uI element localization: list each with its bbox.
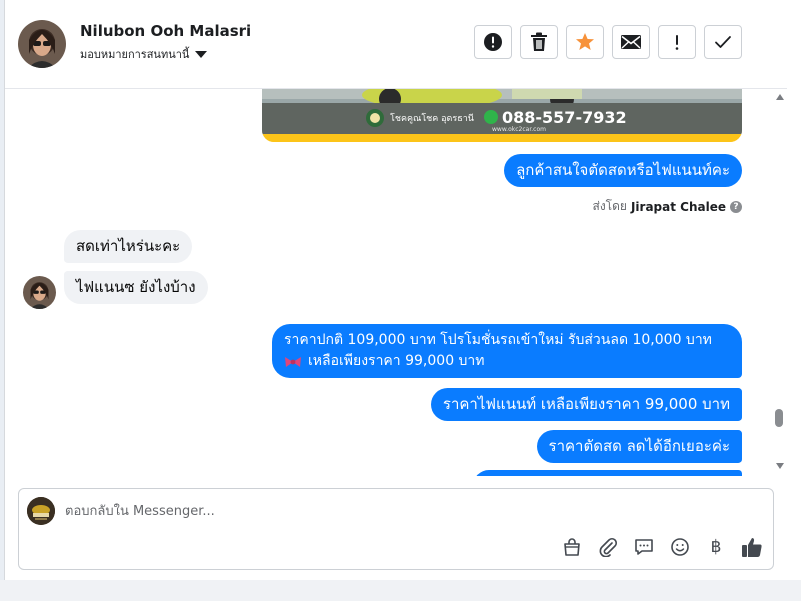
- whatsapp-icon: [484, 110, 498, 124]
- star-icon: [576, 33, 594, 50]
- baht-symbol: ฿: [710, 537, 722, 557]
- message-text: ลูกค้าสนใจตัดสดหรือไฟแนนท์คะ: [516, 161, 730, 179]
- mark-done-button[interactable]: [704, 25, 742, 59]
- contact-avatar[interactable]: [18, 20, 66, 68]
- exclamation-icon: [675, 35, 679, 50]
- trash-icon: [531, 32, 547, 51]
- baht-icon[interactable]: ฿: [705, 536, 727, 558]
- message-text-line-1: ราคาปกติ 109,000 บาท โปรโมชั่นรถเข้าใหม่…: [284, 332, 712, 348]
- emoji-icon[interactable]: [669, 536, 691, 558]
- scrollbar-thumb[interactable]: [775, 409, 783, 427]
- paperclip-icon[interactable]: [597, 536, 619, 558]
- scroll-up-arrow[interactable]: [776, 94, 784, 100]
- message-thread: โชคคูณโชค อุดรธานี 088-557-7932 www.okc2…: [5, 89, 787, 476]
- sent-by-prefix: ส่งโดย: [592, 199, 627, 213]
- saved-reply-icon[interactable]: [633, 536, 655, 558]
- reply-input[interactable]: [65, 499, 665, 523]
- message-incoming[interactable]: ไฟแนนซ ยังไงบ้าง: [64, 271, 208, 304]
- delete-button[interactable]: [520, 25, 558, 59]
- checkmark-icon: [715, 36, 731, 48]
- thumbs-up-icon[interactable]: [741, 536, 763, 558]
- message-outgoing[interactable]: ลูกค้าสนใจตัดสดหรือไฟแนนท์คะ: [504, 154, 742, 187]
- sent-by-name: Jirapat Chalee: [630, 199, 726, 214]
- star-button[interactable]: [566, 25, 604, 59]
- contact-avatar-small[interactable]: [23, 276, 56, 309]
- page-bottom-strip: [0, 580, 801, 601]
- message-outgoing-partial[interactable]: [473, 470, 742, 476]
- message-outgoing[interactable]: ราคาปกติ 109,000 บาท โปรโมชั่นรถเข้าใหม่…: [272, 324, 742, 378]
- exclamation-circle-icon: [484, 33, 502, 51]
- scroll-down-arrow[interactable]: [776, 463, 784, 469]
- ad-image-message[interactable]: โชคคูณโชค อุดรธานี 088-557-7932 www.okc2…: [262, 89, 742, 142]
- ad-brand-text: โชคคูณโชค อุดรธานี: [390, 113, 474, 124]
- page-right-gutter: [787, 0, 801, 601]
- assign-conversation-dropdown[interactable]: มอบหมายการสนทนานี้: [80, 45, 208, 63]
- assign-label: มอบหมายการสนทนานี้: [80, 48, 190, 61]
- conversation-header: Nilubon Ooh Malasri มอบหมายการสนทนานี้: [5, 0, 787, 89]
- message-text-line-2: เหลือเพียงราคา 99,000 บาท: [308, 353, 485, 369]
- message-incoming[interactable]: สดเท่าไหร่นะคะ: [64, 230, 193, 263]
- mark-unread-button[interactable]: [612, 25, 650, 59]
- header-toolbar: [474, 25, 742, 59]
- page-avatar: [27, 497, 55, 525]
- shopping-bag-icon[interactable]: [561, 536, 583, 558]
- message-text: ราคาไฟแนนท์ เหลือเพียงราคา 99,000 บาท: [442, 395, 730, 413]
- follow-up-button[interactable]: [658, 25, 696, 59]
- message-text: ไฟแนนซ ยังไงบ้าง: [76, 278, 196, 296]
- sent-by-label: ส่งโดย Jirapat Chalee ?: [592, 197, 742, 216]
- reply-composer: ฿: [18, 488, 774, 570]
- question-info-icon[interactable]: ?: [730, 200, 742, 213]
- mark-spam-button[interactable]: [474, 25, 512, 59]
- conversation-panel: Nilubon Ooh Malasri มอบหมายการสนทนานี้ โ…: [4, 0, 788, 580]
- ad-website: www.okc2car.com: [492, 126, 546, 133]
- message-outgoing[interactable]: ราคาตัดสด ลดได้อีกเยอะค่ะ: [536, 430, 742, 463]
- composer-icons: ฿: [561, 536, 763, 558]
- message-text: ราคาตัดสด ลดได้อีกเยอะค่ะ: [548, 437, 730, 455]
- envelope-icon: [621, 35, 641, 49]
- message-outgoing[interactable]: ราคาไฟแนนท์ เหลือเพียงราคา 99,000 บาท: [430, 388, 742, 421]
- ad-phone: 088-557-7932: [502, 108, 627, 127]
- contact-name: Nilubon Ooh Malasri: [80, 22, 252, 40]
- ribbon-icon: [285, 356, 301, 367]
- message-text: สดเท่าไหร่นะคะ: [76, 237, 181, 255]
- caret-down-icon: [195, 51, 208, 58]
